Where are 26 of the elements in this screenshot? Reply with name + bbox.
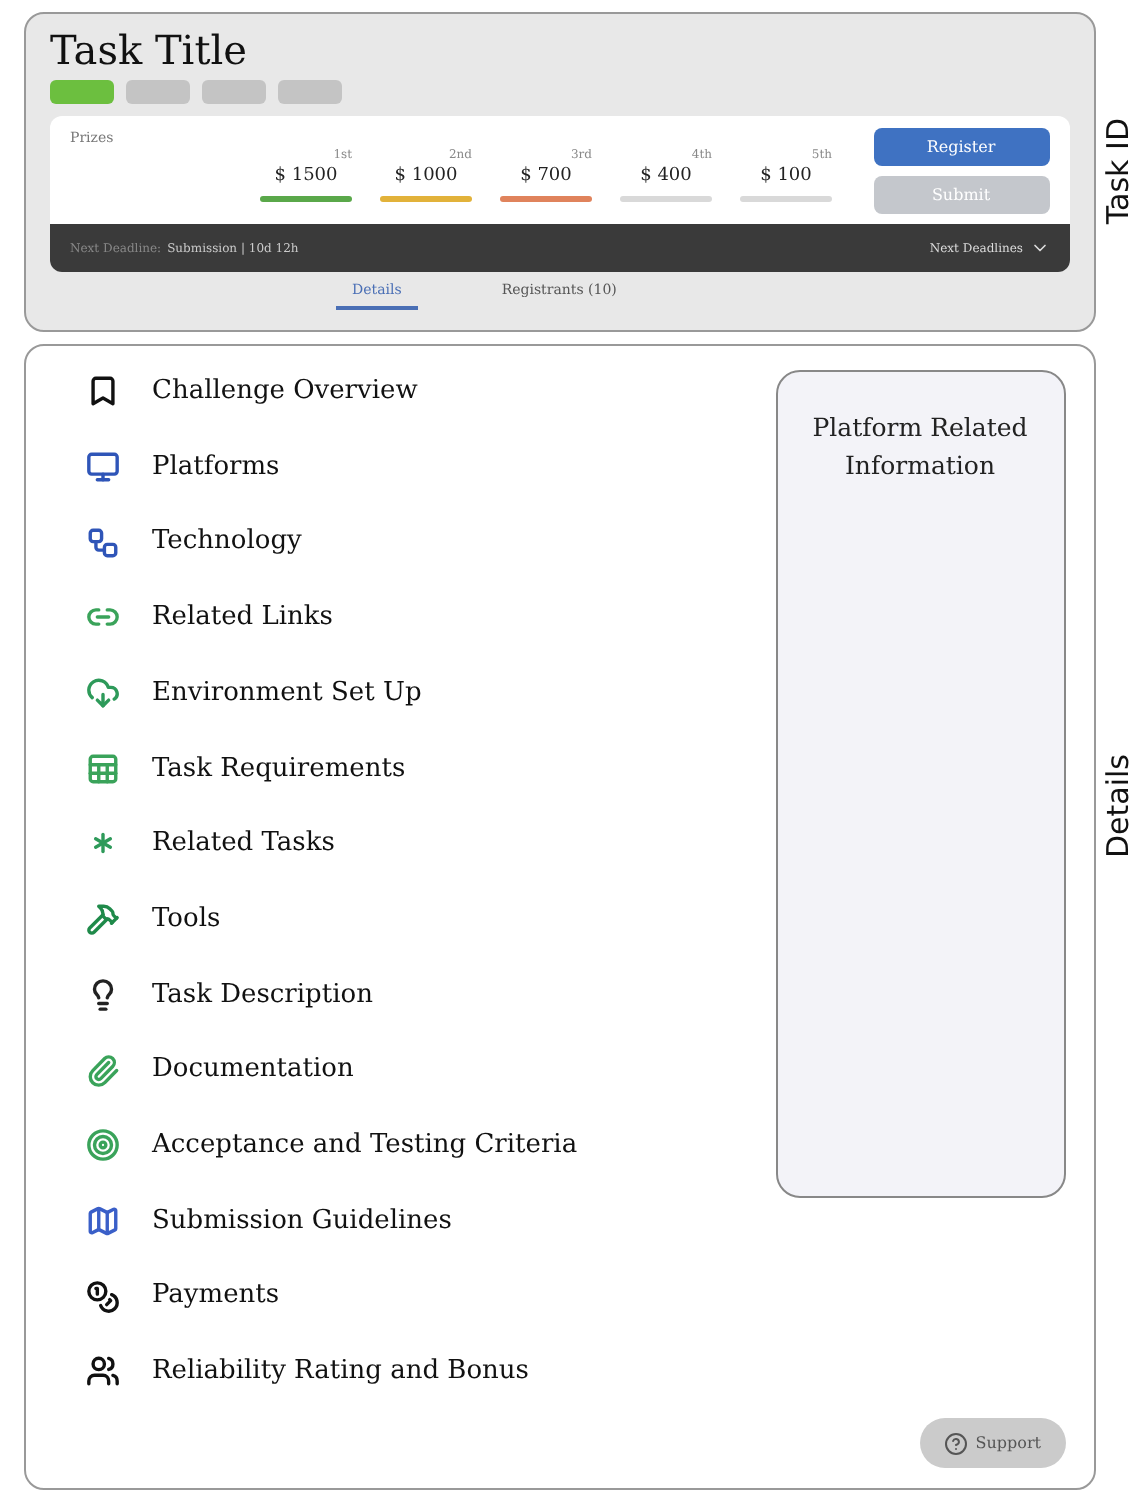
side-label: Task ID	[1097, 118, 1137, 226]
section-link[interactable]: Related Links	[152, 598, 333, 638]
prize-amount: $ 100	[760, 164, 812, 190]
section-link[interactable]: Payments	[152, 1276, 280, 1316]
info-panel-title: Platform Related Information	[810, 410, 1030, 484]
side-label: Details	[1097, 754, 1137, 859]
section-link[interactable]: Acceptance and Testing Criteria	[152, 1125, 578, 1165]
help-icon	[943, 1431, 968, 1455]
task-title: Task Title	[50, 26, 249, 74]
register-button[interactable]: Register	[873, 128, 1049, 166]
prize-amount: $ 700	[520, 164, 572, 190]
prize-amount: $ 1000	[394, 164, 458, 190]
section-link[interactable]: Submission Guidelines	[152, 1201, 452, 1241]
support-button[interactable]: Support	[919, 1418, 1065, 1468]
section-link[interactable]: Technology	[152, 522, 302, 562]
section-link[interactable]: Reliability Rating and Bonus	[152, 1352, 529, 1392]
prize-amount: $ 1500	[274, 164, 338, 190]
section-link[interactable]: Platforms	[152, 447, 280, 487]
section-link[interactable]: Task Description	[152, 975, 373, 1015]
section-link[interactable]: Task Requirements	[152, 749, 406, 789]
section-link[interactable]: Documentation	[152, 1050, 354, 1090]
section-link[interactable]: Environment Set Up	[152, 673, 422, 713]
prize-amount: $ 400	[640, 164, 692, 190]
section-link[interactable]: Challenge Overview	[152, 372, 418, 412]
section-link[interactable]: Related Tasks	[152, 824, 335, 864]
section-link[interactable]: Tools	[152, 899, 221, 939]
